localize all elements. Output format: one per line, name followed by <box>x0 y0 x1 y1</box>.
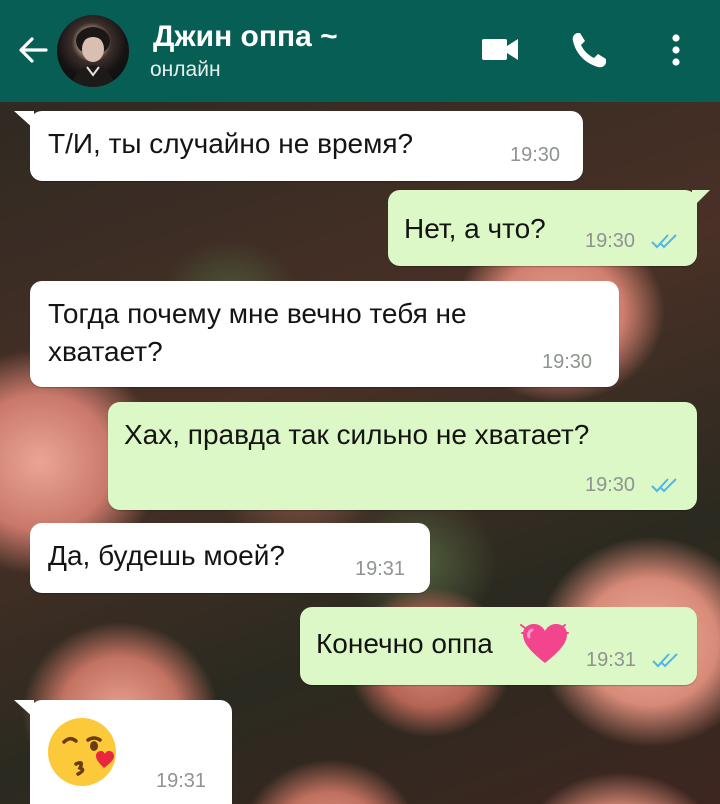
message-incoming[interactable]: Да, будешь моей? 19:31 <box>30 523 430 593</box>
message-text-line: Тогда почему мне вечно тебя не <box>48 298 467 329</box>
arrow-left-icon[interactable] <box>14 30 54 70</box>
message-text-line: хватает? <box>48 336 163 367</box>
bubble-tail <box>14 111 34 129</box>
message-time: 19:30 <box>542 351 593 373</box>
message-time: 19:31 <box>586 649 637 671</box>
message-time: 19:30 <box>510 144 561 166</box>
face-blowing-kiss-emoji <box>46 714 122 790</box>
more-vertical-icon[interactable] <box>660 28 692 72</box>
message-text: Хах, правда так сильно не хватает? <box>124 419 590 450</box>
chat-header: Джин оппа ~ онлайн <box>0 0 720 102</box>
message-incoming[interactable]: Т/И, ты случайно не время? 19:30 <box>30 111 583 181</box>
message-outgoing[interactable]: Хах, правда так сильно не хватает? 19:30 <box>108 402 697 510</box>
contact-status: онлайн <box>150 58 221 81</box>
message-text: Т/И, ты случайно не время? <box>48 128 414 159</box>
video-call-icon[interactable] <box>479 28 521 70</box>
avatar[interactable] <box>57 15 129 87</box>
read-ticks-icon <box>652 653 678 668</box>
message-incoming[interactable]: Тогда почему мне вечно тебя не хватает? … <box>30 281 619 387</box>
message-text: Да, будешь моей? <box>48 540 285 571</box>
message-time: 19:31 <box>355 558 406 580</box>
message-time: 19:30 <box>585 230 636 252</box>
read-ticks-icon <box>651 478 677 493</box>
read-ticks-icon <box>651 234 677 249</box>
phone-icon[interactable] <box>568 28 610 72</box>
message-time: 19:31 <box>156 770 207 792</box>
message-text: Нет, а что? <box>404 213 546 244</box>
growing-heart-emoji <box>520 621 570 667</box>
message-outgoing[interactable]: Нет, а что? 19:30 <box>388 190 697 266</box>
message-incoming[interactable]: 19:31 <box>30 700 232 804</box>
message-text: Конечно оппа <box>316 628 493 659</box>
contact-name[interactable]: Джин оппа ~ <box>153 20 338 54</box>
message-time: 19:30 <box>585 474 636 496</box>
bubble-tail <box>692 190 710 208</box>
message-outgoing[interactable]: Конечно оппа 19:31 <box>300 607 697 685</box>
bubble-tail <box>14 700 34 718</box>
